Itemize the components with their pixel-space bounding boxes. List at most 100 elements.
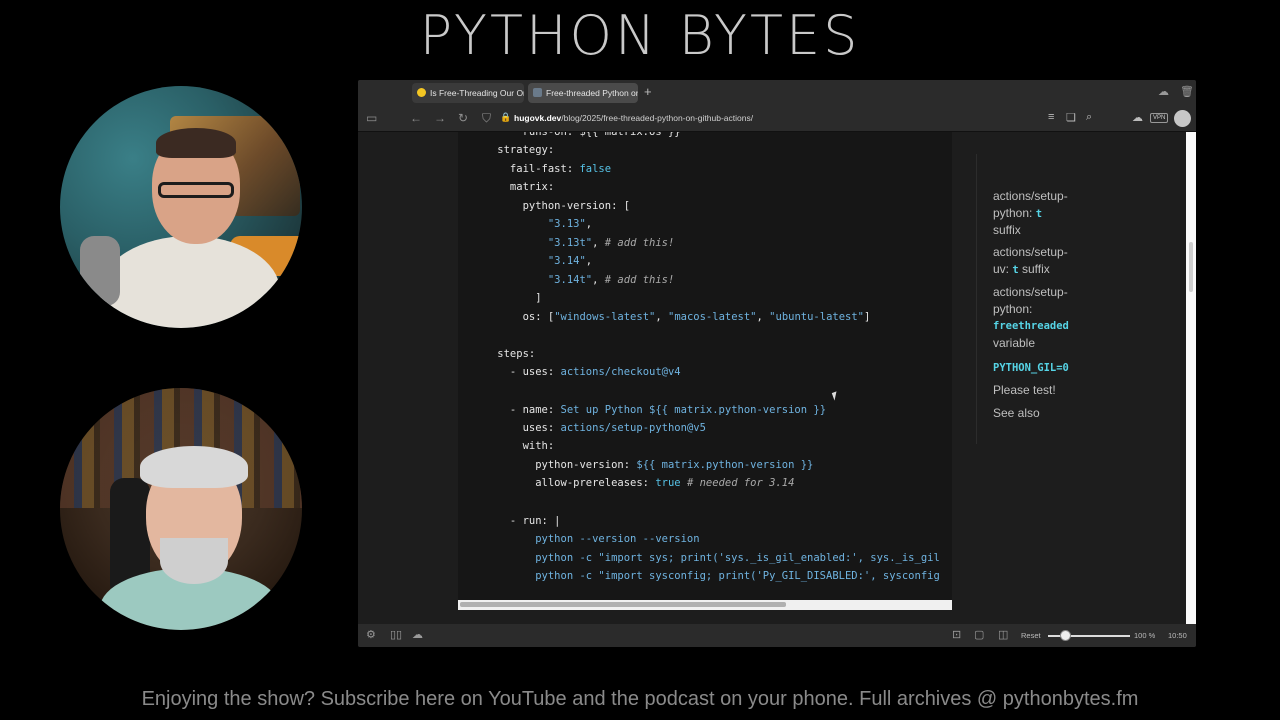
address-bar: ▭ ← → ↻ ⛉ 🔒 hugovk.dev/blog/2025/free-th…	[358, 106, 1196, 132]
code-token: # needed for 3.14	[680, 477, 795, 489]
code-line: python-version: [	[472, 200, 630, 212]
code-token: ,	[655, 311, 668, 323]
code-token: with:	[472, 440, 555, 452]
code-token: os: [	[472, 311, 555, 323]
toc-code-highlight: freethreaded	[993, 320, 1069, 332]
code-token: "3.14"	[547, 255, 586, 267]
url-domain: hugovk.dev	[514, 113, 562, 123]
code-token: # add this!	[604, 237, 675, 249]
toc-code-highlight: PYTHON_GIL=0	[993, 362, 1069, 374]
code-horizontal-scrollbar[interactable]	[458, 600, 952, 610]
code-token: python-version: [	[472, 200, 631, 212]
toc-code-highlight: t	[1035, 207, 1043, 220]
code-token: ]	[472, 292, 542, 304]
toc-link[interactable]: Please test!	[993, 382, 1056, 400]
back-arrow-icon[interactable]: ←	[410, 111, 422, 125]
code-line: ]	[472, 292, 542, 304]
tab-label: Is Free-Threading Our Onl	[430, 88, 524, 98]
toc-link[interactable]: See also	[993, 405, 1040, 423]
code-token: python --version --version	[472, 533, 700, 545]
code-token: - name:	[472, 404, 561, 416]
url-field[interactable]: hugovk.dev/blog/2025/free-threaded-pytho…	[514, 113, 753, 123]
toc-text: Please test!	[993, 383, 1056, 397]
reload-icon[interactable]: ↻	[458, 111, 468, 125]
sidebar-toggle-icon[interactable]: ▭	[366, 111, 377, 125]
url-path: /blog/2025/free-threaded-python-on-githu…	[561, 113, 754, 123]
code-line: with:	[472, 440, 555, 452]
status-bar: ⚙ ▯▯ ☁ ⊡ ▢ ◫ Reset 100 % 10:50	[358, 624, 1196, 647]
toc-link[interactable]: actions/setup- uv: t suffix	[993, 244, 1068, 278]
new-tab-button[interactable]: +	[644, 84, 652, 99]
toc-text: suffix	[993, 223, 1021, 237]
scrollbar-thumb[interactable]	[460, 602, 786, 607]
profile-avatar[interactable]	[1174, 110, 1191, 127]
code-token: "windows-latest"	[554, 311, 656, 323]
code-token: - uses:	[472, 366, 561, 378]
cloud-icon[interactable]: ☁	[1158, 85, 1169, 98]
code-line: python --version --version	[472, 533, 700, 545]
code-token: matrix:	[472, 181, 555, 193]
vpn-badge[interactable]: VPN	[1150, 113, 1169, 123]
toc-link[interactable]: PYTHON_GIL=0	[993, 359, 1069, 377]
code-token: uses:	[472, 422, 561, 434]
search-icon[interactable]: ⌕	[1086, 111, 1092, 124]
code-line: "3.14t", # add this!	[472, 274, 674, 286]
toc-text: actions/setup- python:	[993, 285, 1068, 316]
toc-link[interactable]: actions/setup- python: t suffix	[993, 188, 1068, 239]
code-token: ,	[585, 218, 593, 230]
browser-window: Is Free-Threading Our Onl Free-threaded …	[358, 80, 1196, 647]
code-token: true	[655, 477, 681, 489]
tab-free-threading-article[interactable]: Is Free-Threading Our Onl	[412, 83, 524, 103]
bookmark-icon[interactable]: ❏	[1066, 111, 1076, 124]
code-token: "3.14t"	[547, 274, 593, 286]
webcam-host-2	[60, 388, 302, 630]
zoom-reset-button[interactable]: Reset	[1021, 631, 1041, 640]
image-icon[interactable]: ◫	[998, 628, 1008, 641]
code-token: ,	[585, 255, 593, 267]
toc-link[interactable]: actions/setup- python: freethreaded vari…	[993, 284, 1069, 351]
code-line: python-version: ${{ matrix.python-versio…	[472, 459, 813, 471]
panel-toggle-icon[interactable]: ▯▯	[390, 628, 402, 641]
code-token: "macos-latest"	[668, 311, 757, 323]
forward-arrow-icon[interactable]: →	[434, 111, 446, 125]
page-vertical-scrollbar[interactable]	[1186, 132, 1196, 624]
code-token: python -c "import sysconfig; print('Py_G…	[472, 570, 940, 582]
code-line: - run: |	[472, 515, 561, 527]
capture-icon[interactable]: ⊡	[952, 628, 961, 641]
code-token: Set up Python ${{ matrix.python-version …	[560, 404, 827, 416]
show-title: PYTHON BYTES	[419, 4, 861, 67]
cloud-icon[interactable]: ☁	[412, 628, 423, 641]
tab-free-threaded-python[interactable]: Free-threaded Python on	[528, 83, 638, 103]
code-line: - name: Set up Python ${{ matrix.python-…	[472, 404, 826, 416]
code-line: fail-fast: false	[472, 163, 611, 175]
code-line: "3.13",	[472, 218, 592, 230]
code-line: matrix:	[472, 181, 554, 193]
code-line: strategy:	[472, 144, 554, 156]
code-token: python -c "import sys; print('sys._is_gi…	[472, 552, 940, 564]
cloud-sync-icon[interactable]: ☁	[1132, 111, 1143, 124]
toc-text: See also	[993, 406, 1040, 420]
code-line: python -c "import sys; print('sys._is_gi…	[472, 552, 940, 564]
code-token: "3.13t"	[547, 237, 593, 249]
code-token: ${{ matrix.python-version }}	[636, 459, 814, 471]
host-1-glasses	[158, 182, 234, 198]
reader-mode-icon[interactable]: ≡	[1048, 111, 1054, 123]
zoom-slider-knob[interactable]	[1060, 630, 1071, 641]
shield-icon[interactable]: ⛉	[482, 111, 491, 126]
code-token: actions/setup-python@v5	[560, 422, 706, 434]
scrollbar-thumb[interactable]	[1189, 242, 1193, 292]
microphone	[80, 236, 120, 306]
python-favicon-icon	[417, 88, 426, 97]
code-token: steps:	[472, 348, 536, 360]
window-icon[interactable]: ▢	[974, 628, 984, 641]
code-block: runs-on: ${{ matrix.os }} strategy: fail…	[458, 132, 952, 600]
code-line: steps:	[472, 348, 535, 360]
settings-gear-icon[interactable]: ⚙	[366, 628, 376, 641]
tab-label: Free-threaded Python on	[546, 88, 638, 98]
zoom-level: 100 %	[1134, 631, 1156, 640]
trash-icon[interactable]: 🗑	[1180, 85, 1194, 98]
code-line: - uses: actions/checkout@v4	[472, 366, 681, 378]
toc-text: actions/setup- python:	[993, 189, 1068, 220]
toc-text: suffix	[1018, 261, 1050, 276]
